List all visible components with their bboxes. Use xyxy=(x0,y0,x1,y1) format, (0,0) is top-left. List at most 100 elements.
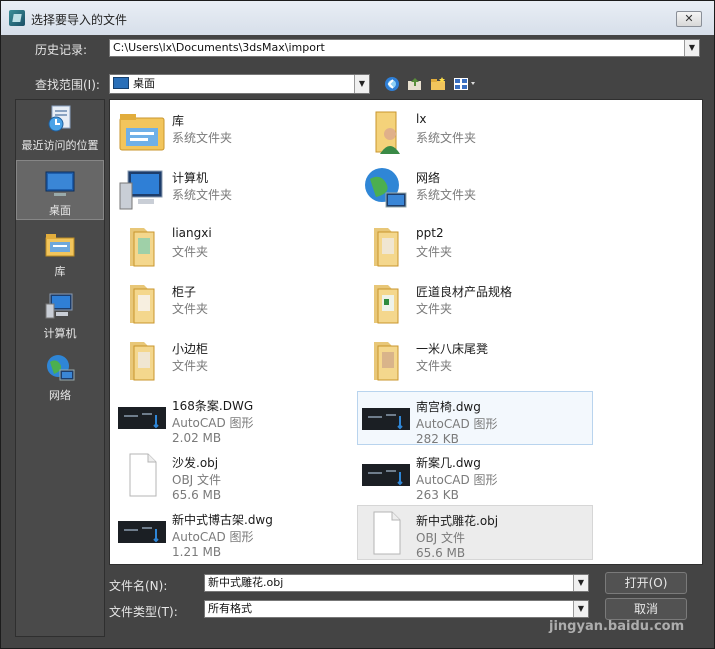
filetype-dropdown[interactable]: 所有格式 ▼ xyxy=(204,600,589,618)
new-folder-icon[interactable] xyxy=(430,76,446,92)
chevron-down-icon[interactable]: ▼ xyxy=(684,40,699,56)
file-name: 计算机 xyxy=(172,171,209,185)
computer-icon xyxy=(119,170,163,210)
network-icon xyxy=(47,355,75,381)
file-name: 一米八床尾凳 xyxy=(416,342,489,356)
blank-file-icon xyxy=(129,453,157,497)
file-item[interactable]: 计算机 系统文件夹 xyxy=(114,163,350,215)
chevron-down-icon[interactable]: ▼ xyxy=(573,575,588,591)
file-type: 系统文件夹 xyxy=(172,188,233,202)
dwg-thumbnail-icon xyxy=(118,521,166,543)
file-size: 282 KB xyxy=(416,432,459,446)
file-name: 沙发.obj xyxy=(172,456,219,470)
look-in-dropdown[interactable]: 桌面 ▼ xyxy=(109,74,370,94)
file-size: 65.6 MB xyxy=(416,546,466,560)
chevron-down-icon[interactable]: ▼ xyxy=(573,601,588,617)
folder-icon xyxy=(374,228,399,267)
file-name: 柜子 xyxy=(172,285,197,299)
file-item[interactable]: lx 系统文件夹 xyxy=(358,106,594,158)
place-label: 网络 xyxy=(49,389,71,402)
file-item[interactable]: 柜子 文件夹 xyxy=(114,277,350,329)
cancel-button[interactable]: 取消 xyxy=(605,598,687,620)
file-name: 新案几.dwg xyxy=(416,456,481,470)
file-type: 文件夹 xyxy=(172,302,209,316)
filename-input[interactable]: 新中式雕花.obj ▼ xyxy=(204,574,589,592)
file-type: 系统文件夹 xyxy=(416,188,477,202)
dwg-thumbnail-icon xyxy=(362,464,410,486)
file-type: OBJ 文件 xyxy=(172,473,222,487)
file-type: AutoCAD 图形 xyxy=(172,416,254,430)
file-type: 文件夹 xyxy=(172,245,209,259)
place-label: 计算机 xyxy=(43,327,77,340)
file-name: 库 xyxy=(172,114,185,128)
file-item[interactable]: liangxi 文件夹 xyxy=(114,220,350,272)
file-item-hovered[interactable]: 南宫椅.dwg AutoCAD 图形 282 KB xyxy=(357,391,593,446)
file-name: 小边柜 xyxy=(172,342,209,356)
file-item[interactable]: ppt2 文件夹 xyxy=(358,220,594,272)
folder-icon xyxy=(130,228,155,267)
file-type: 文件夹 xyxy=(416,302,453,316)
folder-icon xyxy=(130,285,155,324)
file-type: AutoCAD 图形 xyxy=(416,417,498,431)
dwg-thumbnail-icon xyxy=(118,407,166,429)
places-bar: 最近访问的位置 桌面 库 计算机 网络 xyxy=(15,99,105,637)
close-button[interactable]: ✕ xyxy=(676,11,702,27)
place-desktop[interactable]: 桌面 xyxy=(16,160,104,220)
file-type: 文件夹 xyxy=(416,359,453,373)
desktop-small-icon xyxy=(113,77,129,89)
folder-icon xyxy=(374,285,399,324)
folder-icon xyxy=(374,342,399,381)
file-name: ppt2 xyxy=(416,226,444,240)
file-item[interactable]: 168条案.DWG AutoCAD 图形 2.02 MB xyxy=(114,391,350,445)
file-item[interactable]: 一米八床尾凳 文件夹 xyxy=(358,334,594,386)
file-name: lx xyxy=(416,112,427,126)
file-name: liangxi xyxy=(172,226,212,240)
open-button[interactable]: 打开(O) xyxy=(605,572,687,594)
file-type: 系统文件夹 xyxy=(172,131,233,145)
dialog-title: 选择要导入的文件 xyxy=(31,13,128,27)
history-value: C:\Users\lx\Documents\3dsMax\import xyxy=(113,41,325,54)
file-item[interactable]: 小边柜 文件夹 xyxy=(114,334,350,386)
file-item[interactable]: 库 系统文件夹 xyxy=(114,106,350,158)
file-size: 1.21 MB xyxy=(172,545,222,559)
file-item[interactable]: 新案几.dwg AutoCAD 图形 263 KB xyxy=(358,448,594,502)
file-name: 匠道良材产品规格 xyxy=(416,285,513,299)
place-library[interactable]: 库 xyxy=(16,228,104,280)
up-folder-icon[interactable] xyxy=(407,76,423,92)
back-icon[interactable] xyxy=(384,76,400,92)
file-item-selected[interactable]: 新中式雕花.obj OBJ 文件 65.6 MB xyxy=(357,505,593,560)
filetype-value: 所有格式 xyxy=(208,602,252,615)
file-item[interactable]: 匠道良材产品规格 文件夹 xyxy=(358,277,594,329)
file-type: AutoCAD 图形 xyxy=(172,530,254,544)
user-folder-icon xyxy=(375,111,400,154)
file-size: 263 KB xyxy=(416,488,459,502)
file-item[interactable]: 网络 系统文件夹 xyxy=(358,163,594,215)
title-bar: 选择要导入的文件 ✕ xyxy=(1,1,714,35)
library-folder-icon xyxy=(119,114,165,151)
file-item[interactable]: 新中式博古架.dwg AutoCAD 图形 1.21 MB xyxy=(114,505,350,559)
chevron-down-icon[interactable]: ▼ xyxy=(354,75,369,93)
look-in-label: 查找范围(I): xyxy=(35,78,100,92)
library-icon xyxy=(45,234,75,257)
file-type: AutoCAD 图形 xyxy=(416,473,498,487)
dwg-thumbnail-icon xyxy=(362,408,410,430)
file-name: 新中式博古架.dwg xyxy=(172,513,273,527)
file-list[interactable]: 库 系统文件夹 lx 系统文件夹 计算机 系统文件夹 网络 系统文件夹 lian… xyxy=(109,99,703,565)
computer-icon xyxy=(45,293,73,319)
filename-label: 文件名(N): xyxy=(109,579,168,593)
file-name: 南宫椅.dwg xyxy=(416,400,481,414)
file-type: 系统文件夹 xyxy=(416,131,477,145)
place-label: 最近访问的位置 xyxy=(21,139,99,152)
place-computer[interactable]: 计算机 xyxy=(16,290,104,342)
file-item[interactable]: 沙发.obj OBJ 文件 65.6 MB xyxy=(114,448,350,502)
file-size: 65.6 MB xyxy=(172,488,222,502)
view-menu-icon[interactable] xyxy=(453,76,477,92)
network-globe-icon xyxy=(365,168,407,208)
history-dropdown[interactable]: C:\Users\lx\Documents\3dsMax\import ▼ xyxy=(109,39,700,57)
look-in-value: 桌面 xyxy=(133,77,155,90)
file-type: OBJ 文件 xyxy=(416,531,466,545)
file-type: 文件夹 xyxy=(416,245,453,259)
place-network[interactable]: 网络 xyxy=(16,352,104,404)
blank-file-icon xyxy=(373,511,401,555)
place-recent[interactable]: 最近访问的位置 xyxy=(16,102,104,158)
